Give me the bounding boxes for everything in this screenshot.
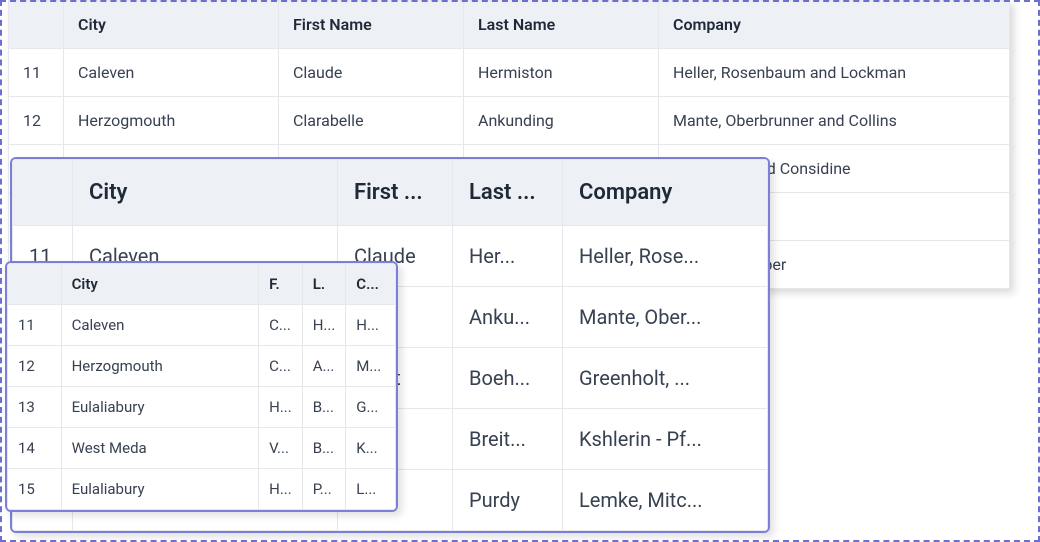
cell-city[interactable]: Caleven (64, 49, 279, 97)
cell-last[interactable]: A... (302, 346, 346, 387)
cell-first[interactable]: Clarabelle (279, 97, 464, 145)
table-row[interactable]: 11CalevenC...H...H... (8, 305, 396, 346)
table-row[interactable]: 14West MedaV...B...K... (8, 428, 396, 469)
header-row: City First Name Last Name Company (9, 1, 1010, 49)
table-row[interactable]: 15EulaliaburyH...P...L... (8, 469, 396, 510)
col-company[interactable]: Company (563, 160, 768, 226)
cell-city[interactable]: Herzogmouth (64, 97, 279, 145)
cell-idx[interactable]: 11 (9, 49, 64, 97)
cell-last[interactable]: H... (302, 305, 346, 346)
cell-company[interactable]: Heller, Rose... (563, 226, 768, 287)
cell-last[interactable]: Anku... (453, 287, 563, 348)
cell-company[interactable]: Heller, Rosenbaum and Lockman (659, 49, 1010, 97)
cell-company[interactable]: H... (346, 305, 396, 346)
cell-first[interactable]: Claude (279, 49, 464, 97)
cell-idx[interactable]: 12 (9, 97, 64, 145)
cell-company[interactable]: Mante, Ober... (563, 287, 768, 348)
cell-last[interactable]: Hermiston (464, 49, 659, 97)
cell-last[interactable]: Ankunding (464, 97, 659, 145)
cell-idx[interactable]: 14 (8, 428, 62, 469)
table-row[interactable]: 12HerzogmouthC...A...M... (8, 346, 396, 387)
cell-company[interactable]: Kshlerin - Pf... (563, 409, 768, 470)
cell-first[interactable]: H... (259, 387, 303, 428)
cell-first[interactable]: V... (259, 428, 303, 469)
col-city[interactable]: City (64, 1, 279, 49)
cell-last[interactable]: Breit... (453, 409, 563, 470)
cell-last[interactable]: Her... (453, 226, 563, 287)
header-row: City F. L. C... (8, 264, 396, 305)
cell-first[interactable]: C... (259, 346, 303, 387)
col-first-name[interactable]: F. (259, 264, 303, 305)
col-last-name[interactable]: L. (302, 264, 346, 305)
table-small[interactable]: City F. L. C... 11CalevenC...H...H...12H… (7, 263, 396, 510)
cell-company[interactable]: Lemke, Mitc... (563, 470, 768, 531)
cell-company[interactable]: G... (346, 387, 396, 428)
cell-first[interactable]: C... (259, 305, 303, 346)
header-row: City First ... Last ... Company (13, 160, 768, 226)
col-index[interactable] (13, 160, 73, 226)
col-last-name[interactable]: Last ... (453, 160, 563, 226)
cell-last[interactable]: Boeh... (453, 348, 563, 409)
cell-last[interactable]: Purdy (453, 470, 563, 531)
col-first-name[interactable]: First ... (338, 160, 453, 226)
col-index[interactable] (8, 264, 62, 305)
cell-company[interactable]: K... (346, 428, 396, 469)
col-last-name[interactable]: Last Name (464, 1, 659, 49)
cell-last[interactable]: B... (302, 428, 346, 469)
cell-city[interactable]: Caleven (61, 305, 259, 346)
cell-company[interactable]: L... (346, 469, 396, 510)
cell-city[interactable]: Eulaliabury (61, 469, 259, 510)
cell-city[interactable]: West Meda (61, 428, 259, 469)
table-row[interactable]: 13EulaliaburyH...B...G... (8, 387, 396, 428)
col-city[interactable]: City (73, 160, 338, 226)
cell-idx[interactable]: 11 (8, 305, 62, 346)
col-company[interactable]: Company (659, 1, 1010, 49)
cell-company[interactable]: M... (346, 346, 396, 387)
cell-company[interactable]: Mante, Oberbrunner and Collins (659, 97, 1010, 145)
cell-company[interactable]: Greenholt, ... (563, 348, 768, 409)
col-city[interactable]: City (61, 264, 259, 305)
table-row[interactable]: 11CalevenClaudeHermistonHeller, Rosenbau… (9, 49, 1010, 97)
data-grid-small: City F. L. C... 11CalevenC...H...H...12H… (5, 261, 398, 512)
cell-city[interactable]: Eulaliabury (61, 387, 259, 428)
cell-city[interactable]: Herzogmouth (61, 346, 259, 387)
cell-last[interactable]: B... (302, 387, 346, 428)
table-row[interactable]: 12HerzogmouthClarabelleAnkundingMante, O… (9, 97, 1010, 145)
col-first-name[interactable]: First Name (279, 1, 464, 49)
col-company[interactable]: C... (346, 264, 396, 305)
cell-idx[interactable]: 13 (8, 387, 62, 428)
cell-idx[interactable]: 15 (8, 469, 62, 510)
cell-first[interactable]: H... (259, 469, 303, 510)
cell-last[interactable]: P... (302, 469, 346, 510)
cell-idx[interactable]: 12 (8, 346, 62, 387)
col-index[interactable] (9, 1, 64, 49)
